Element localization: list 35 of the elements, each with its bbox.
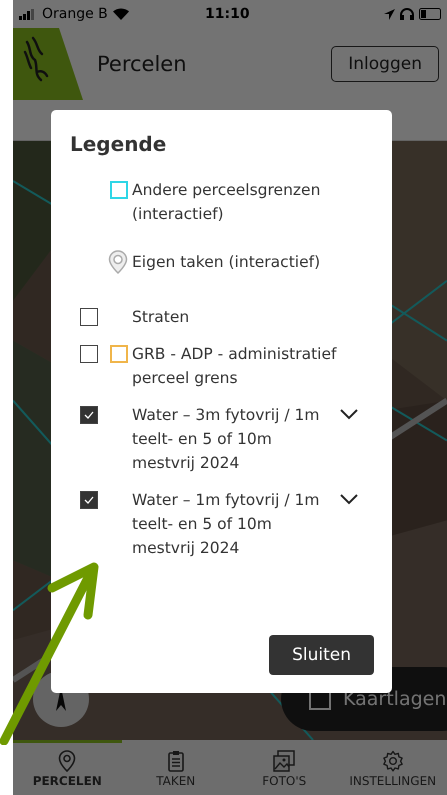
close-button[interactable]: Sluiten: [269, 635, 374, 675]
legend-label: GRB - ADP - administratief perceel grens: [132, 344, 338, 389]
chevron-icon[interactable]: [340, 494, 358, 505]
clipboard-icon: [166, 750, 185, 772]
lion-logo: [13, 28, 83, 100]
legend-label: Straten: [132, 307, 190, 328]
nav-tab[interactable]: TAKEN: [122, 740, 230, 795]
carrier-name: Orange B: [42, 6, 108, 22]
chevron-icon[interactable]: [340, 409, 358, 420]
legend-label: Andere perceelsgrenzen (interactief): [132, 180, 322, 225]
nav-tab[interactable]: INSTELLINGEN: [338, 740, 447, 795]
checkmark-icon: [84, 496, 94, 504]
headphones-icon: [400, 8, 414, 20]
location-icon: [384, 8, 395, 20]
nav-tab[interactable]: PERCELEN: [13, 740, 122, 795]
settings-icon: [382, 750, 404, 772]
checkbox[interactable]: [80, 308, 98, 326]
signal-icon: [19, 8, 37, 20]
legend-label: Water – 3m fytovrij / 1m teelt- en 5 of 10m mestvrij 2024: [132, 405, 320, 474]
legend-label: Eigen taken (interactief): [132, 252, 322, 273]
page-title: Percelen: [97, 52, 188, 76]
battery-icon: [419, 8, 441, 20]
clock-time: 11:10: [205, 6, 250, 22]
pin-icon: [58, 750, 76, 772]
login-button[interactable]: Inloggen: [331, 46, 439, 82]
photos-icon: [273, 750, 296, 772]
wifi-icon: [112, 8, 129, 20]
pin-icon: [108, 250, 128, 274]
checkbox[interactable]: [80, 491, 98, 509]
checkbox[interactable]: [80, 406, 98, 424]
checkmark-icon: [84, 411, 94, 419]
nav-tab[interactable]: FOTO'S: [230, 740, 338, 795]
dialog-title: Legende: [70, 132, 168, 156]
checkbox[interactable]: [80, 345, 98, 363]
legend-label: Water – 1m fytovrij / 1m teelt- en 5 of 10m mestvrij 2024: [132, 490, 320, 559]
